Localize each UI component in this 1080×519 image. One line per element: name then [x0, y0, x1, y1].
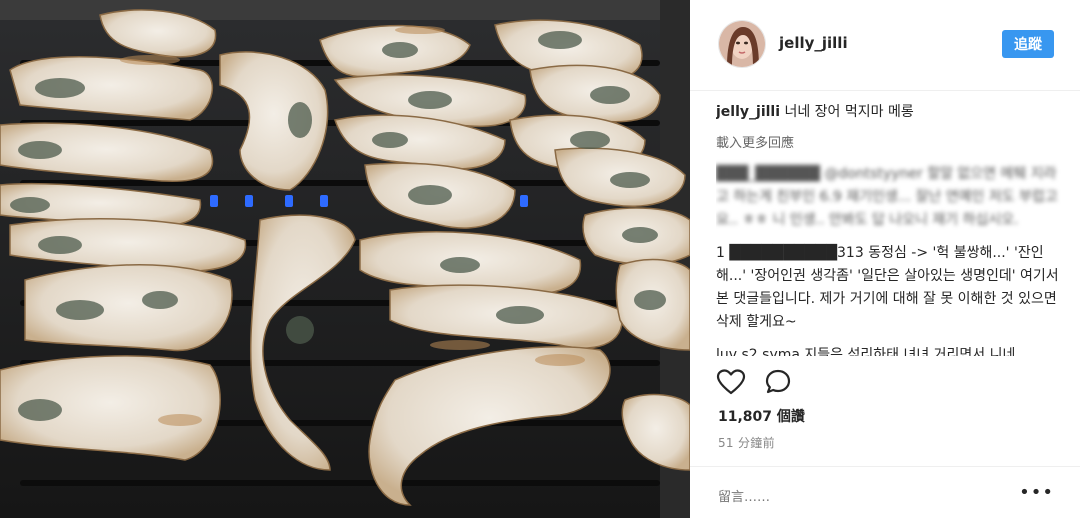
avatar[interactable]	[718, 20, 766, 68]
heart-icon[interactable]	[716, 368, 746, 396]
follow-button[interactable]: 追蹤	[1002, 30, 1054, 58]
comment-text: 1 ██████████313 동정심 -> '헉 불쌍해...' '잔인해..…	[716, 245, 1059, 330]
post-username[interactable]: jelly_jilli	[779, 34, 848, 52]
comment-footer: 留言…… •••	[690, 466, 1080, 519]
comment-item: luv s2 syma 지들은 섞리하태 녀녀 거리면서 니네	[716, 344, 1061, 356]
load-more-comments-link[interactable]: 載入更多回應	[716, 132, 1061, 151]
comment-icon[interactable]	[764, 368, 792, 396]
comment-item: 1 ██████████313 동정심 -> '헉 불쌍해...' '잔인해..…	[716, 242, 1061, 334]
comment-text: ███_██████ @dontstyyner 할말 없으면 메퉤 지라고 하는…	[716, 166, 1058, 228]
post-header: jelly_jilli 追蹤	[690, 0, 1080, 91]
comments-list[interactable]: jelly_jilli 너네 장어 먹지마 메롱 載入更多回應 ███_████…	[716, 102, 1061, 356]
comment-text: luv s2 syma 지들은 섞리하태 녀녀 거리면서 니네	[716, 347, 1016, 356]
post-actions	[716, 368, 1056, 398]
post-caption: jelly_jilli 너네 장어 먹지마 메롱	[716, 102, 1061, 122]
grilled-eel-image	[0, 0, 690, 518]
more-options-button[interactable]: •••	[1019, 482, 1054, 503]
profile-photo	[719, 21, 765, 67]
add-comment-input[interactable]: 留言……	[718, 486, 770, 505]
caption-username[interactable]: jelly_jilli	[716, 104, 780, 120]
post-photo[interactable]	[0, 0, 690, 518]
post-timestamp[interactable]: 51 分鐘前	[718, 434, 775, 451]
comment-item: ███_██████ @dontstyyner 할말 없으면 메퉤 지라고 하는…	[716, 163, 1061, 232]
caption-text: 너네 장어 먹지마 메롱	[780, 104, 914, 120]
likes-count[interactable]: 11,807 個讚	[718, 406, 805, 426]
post-side-panel: jelly_jilli 追蹤 jelly_jilli 너네 장어 먹지마 메롱 …	[690, 0, 1080, 518]
